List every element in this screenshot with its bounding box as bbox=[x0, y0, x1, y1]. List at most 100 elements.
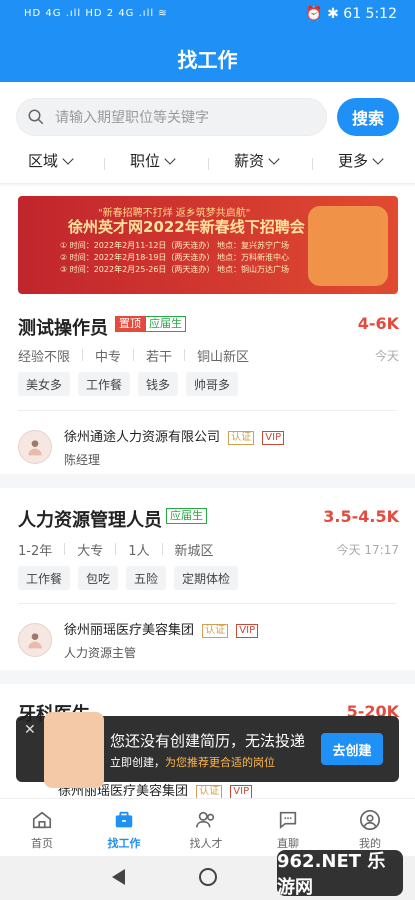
search-input[interactable]: 请输入期望职位等关键字 bbox=[16, 98, 327, 136]
post-time: 今天 bbox=[374, 349, 399, 363]
job-tag: 定期体检 bbox=[174, 566, 239, 590]
prompt-prefix: 立即创建， bbox=[110, 756, 165, 769]
tiger-image bbox=[308, 206, 388, 286]
filter-salary[interactable]: 薪资 bbox=[234, 150, 280, 171]
prompt-subtitle: 立即创建，为您推荐更合适的岗位 bbox=[110, 754, 275, 770]
meta-separator bbox=[184, 349, 186, 361]
status-bar: HD 4G .ıll HD 2 4G .ıll ≋ ⏰ ✱ 61 5:12 bbox=[0, 0, 415, 34]
company-row[interactable]: 徐州丽瑶医疗美容集团 认证 VIP 人力资源主管 bbox=[18, 619, 259, 661]
prompt-highlight: 为您推荐更合适的岗位 bbox=[165, 756, 275, 769]
tab-chat[interactable]: 直聊 bbox=[258, 809, 318, 851]
filter-divider bbox=[312, 158, 313, 170]
chevron-down-icon bbox=[268, 153, 280, 165]
avatar bbox=[18, 430, 52, 464]
filter-more[interactable]: 更多 bbox=[338, 150, 384, 171]
search-icon bbox=[17, 108, 55, 126]
search-button[interactable]: 搜索 bbox=[337, 98, 399, 136]
page-title: 找工作 bbox=[177, 48, 238, 72]
filter-more-label: 更多 bbox=[338, 152, 369, 170]
post-time: 今天 17:17 bbox=[336, 543, 399, 557]
meta-education: 中专 bbox=[95, 350, 122, 365]
search-bar: 请输入期望职位等关键字 搜索 bbox=[0, 82, 415, 140]
chevron-down-icon bbox=[62, 153, 74, 165]
verified-badge: 认证 bbox=[196, 784, 223, 799]
card-divider bbox=[18, 410, 397, 411]
prompt-title: 您还没有创建简历，无法投递 bbox=[110, 732, 306, 750]
job-tag: 工作餐 bbox=[78, 372, 131, 396]
meta-separator bbox=[133, 349, 135, 361]
filter-bar: 区域 职位 薪资 更多 bbox=[0, 140, 415, 184]
job-tag: 五险 bbox=[126, 566, 167, 590]
job-title[interactable]: 测试操作员 bbox=[18, 314, 108, 340]
job-title[interactable]: 人力资源管理人员 bbox=[18, 506, 162, 532]
avatar bbox=[18, 623, 52, 657]
tab-home[interactable]: 首页 bbox=[12, 809, 72, 851]
job-tag: 帅哥多 bbox=[186, 372, 239, 396]
filter-position-label: 职位 bbox=[130, 152, 161, 170]
tab-find-talent-label: 找人才 bbox=[189, 837, 223, 850]
company-name-text: 徐州丽瑶医疗美容集团 bbox=[64, 623, 195, 638]
filter-divider bbox=[104, 158, 105, 170]
home-icon bbox=[12, 809, 72, 831]
job-search-screen: { "status_bar": { "left": "HD 4G .ıll HD… bbox=[0, 0, 415, 900]
home-circle-icon[interactable] bbox=[199, 868, 217, 886]
filter-salary-label: 薪资 bbox=[234, 152, 265, 170]
meta-count: 若干 bbox=[146, 350, 173, 365]
top-header: 找工作 bbox=[0, 34, 415, 82]
job-meta: 经验不限 中专 若干 铜山新区 bbox=[18, 346, 249, 365]
tab-find-job[interactable]: 找工作 bbox=[94, 809, 154, 851]
people-icon bbox=[176, 809, 236, 831]
company-name: 徐州丽瑶医疗美容集团 认证 VIP bbox=[64, 619, 259, 638]
close-icon[interactable]: ✕ bbox=[24, 722, 36, 738]
status-right: ⏰ ✱ 61 5:12 bbox=[305, 6, 397, 22]
job-meta: 1-2年 大专 1人 新城区 bbox=[18, 540, 214, 559]
job-tags: 美女多 工作餐 钱多 帅哥多 bbox=[18, 372, 239, 396]
resume-prompt: ✕ 您还没有创建简历，无法投递 立即创建，为您推荐更合适的岗位 去创建 bbox=[16, 712, 399, 788]
create-resume-button[interactable]: 去创建 bbox=[321, 733, 383, 765]
vip-badge: VIP bbox=[236, 623, 259, 638]
search-placeholder: 请输入期望职位等关键字 bbox=[55, 110, 209, 126]
briefcase-icon bbox=[94, 809, 154, 831]
tab-find-job-label: 找工作 bbox=[107, 837, 141, 850]
chevron-down-icon bbox=[164, 153, 176, 165]
meta-education: 大专 bbox=[77, 544, 104, 559]
meta-separator bbox=[161, 543, 163, 555]
filter-position[interactable]: 职位 bbox=[130, 150, 176, 171]
back-icon[interactable] bbox=[112, 869, 125, 885]
watermark: 962.NET 乐游网 bbox=[277, 850, 403, 898]
meta-separator bbox=[64, 543, 66, 555]
chevron-down-icon bbox=[372, 153, 384, 165]
job-tag: 工作餐 bbox=[18, 566, 71, 590]
company-row[interactable]: 徐州通途人力资源有限公司 认证 VIP 陈经理 bbox=[18, 426, 285, 468]
job-tag: 包吃 bbox=[78, 566, 119, 590]
filter-divider bbox=[208, 158, 209, 170]
salary: 4-6K bbox=[357, 314, 399, 333]
contact-name: 人力资源主管 bbox=[64, 646, 137, 660]
meta-location: 铜山新区 bbox=[197, 350, 250, 365]
contact-name: 陈经理 bbox=[64, 453, 101, 467]
graduate-badge: 应届生 bbox=[145, 316, 186, 332]
filter-area-label: 区域 bbox=[28, 152, 59, 170]
filter-area[interactable]: 区域 bbox=[28, 150, 74, 171]
salary: 3.5-4.5K bbox=[323, 507, 399, 526]
meta-separator bbox=[115, 543, 117, 555]
meta-location: 新城区 bbox=[174, 544, 214, 559]
status-left: HD 4G .ıll HD 2 4G .ıll ≋ bbox=[24, 8, 168, 19]
chat-icon bbox=[258, 809, 318, 831]
banner-schedule: ① 时间：2022年2月11-12日（两天连办） 地点：复兴苏宁广场 ② 时间：… bbox=[60, 241, 289, 274]
meta-separator bbox=[82, 349, 84, 361]
job-tag: 钱多 bbox=[138, 372, 179, 396]
tab-profile[interactable]: 我的 bbox=[340, 809, 400, 851]
promo-banner[interactable]: "新春招聘不打烊 返乡筑梦共启航" 徐州英才网2022年新春线下招聘会 ① 时间… bbox=[18, 196, 398, 294]
tab-find-talent[interactable]: 找人才 bbox=[176, 809, 236, 851]
banner-title: 徐州英才网2022年新春线下招聘会 bbox=[68, 218, 305, 236]
meta-experience: 经验不限 bbox=[18, 350, 71, 365]
verified-badge: 认证 bbox=[228, 430, 255, 445]
meta-experience: 1-2年 bbox=[18, 544, 53, 559]
verified-badge: 认证 bbox=[202, 623, 229, 638]
profile-icon bbox=[340, 809, 400, 831]
job-tags: 工作餐 包吃 五险 定期体检 bbox=[18, 566, 239, 590]
graduate-badge: 应届生 bbox=[166, 508, 207, 524]
vip-badge: VIP bbox=[230, 784, 253, 799]
company-name-text: 徐州通途人力资源有限公司 bbox=[64, 430, 221, 445]
